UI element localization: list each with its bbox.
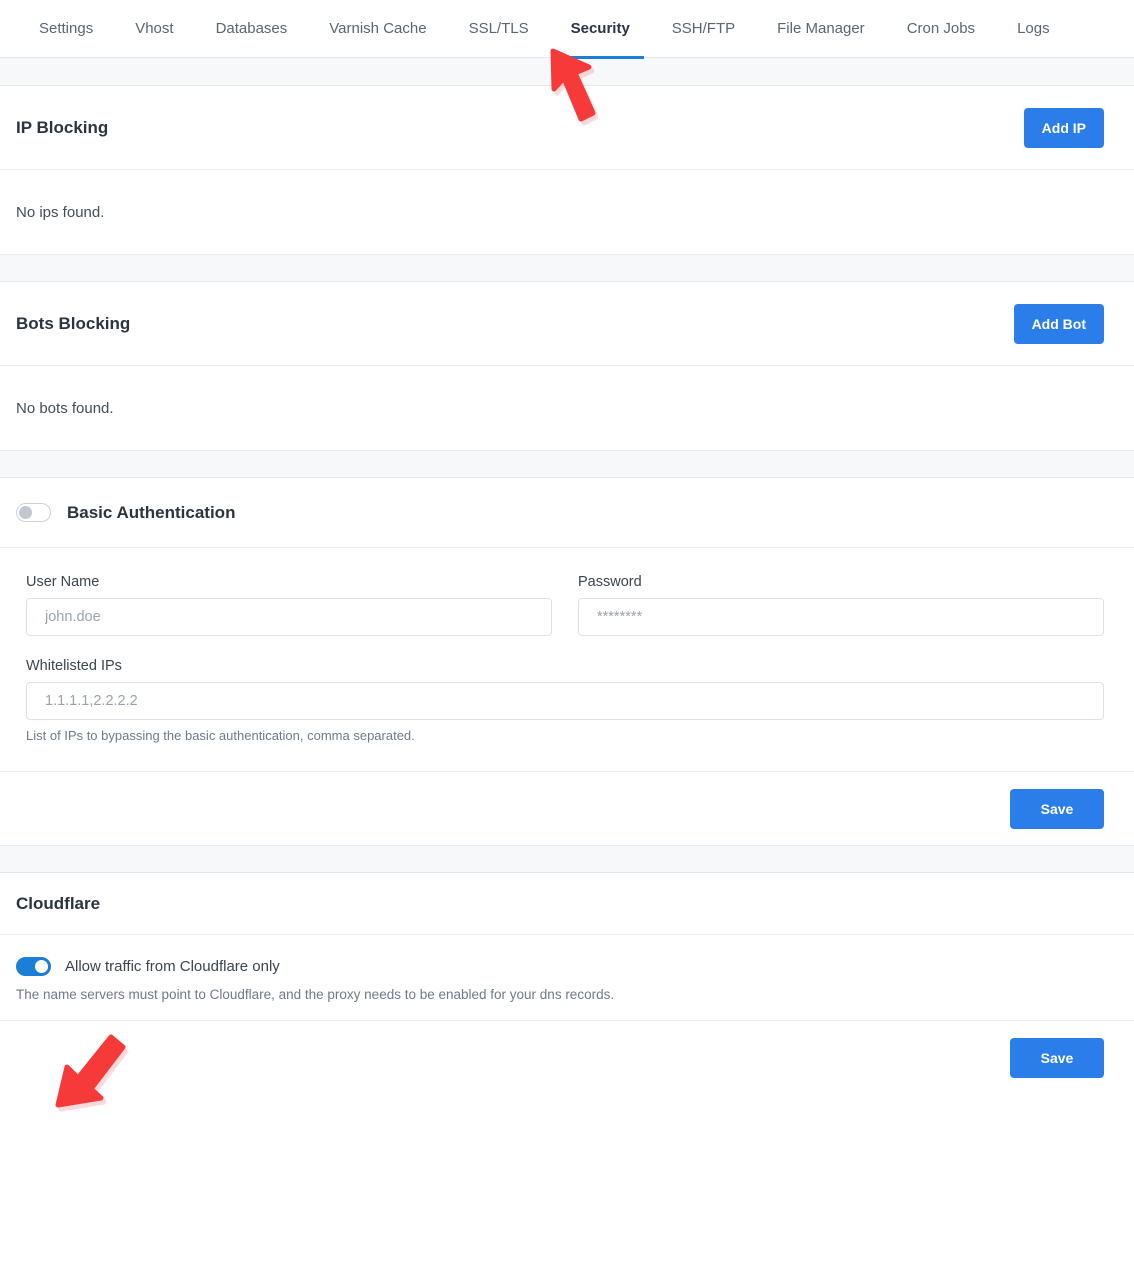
ip-blocking-empty-state: No ips found.: [0, 170, 1134, 254]
bots-blocking-title: Bots Blocking: [16, 313, 131, 333]
username-input[interactable]: [26, 598, 552, 636]
credentials-row: User Name Password: [26, 574, 1104, 658]
cloudflare-toggle-row: Allow traffic from Cloudflare only: [16, 957, 1118, 976]
cloudflare-title: Cloudflare: [16, 893, 101, 913]
password-input[interactable]: [578, 598, 1104, 636]
cloudflare-save-bar: Save: [0, 1021, 1134, 1095]
tab-security[interactable]: Security: [550, 0, 651, 59]
whitelisted-ips-help-text: List of IPs to bypassing the basic authe…: [26, 728, 415, 743]
tab-varnish-cache[interactable]: Varnish Cache: [308, 0, 447, 58]
basic-authentication-toggle[interactable]: [16, 503, 51, 522]
tab-databases[interactable]: Databases: [195, 0, 309, 58]
tab-vhost[interactable]: Vhost: [114, 0, 194, 58]
section-divider-band: [0, 254, 1134, 282]
cloudflare-body: Allow traffic from Cloudflare only The n…: [0, 935, 1134, 1021]
basic-authentication-form: User Name Password Whitelisted IPs List …: [0, 548, 1134, 771]
cloudflare-help-text: The name servers must point to Cloudflar…: [16, 987, 615, 1002]
whitelisted-ips-input[interactable]: [26, 682, 1104, 720]
save-cloudflare-button[interactable]: Save: [1010, 1038, 1104, 1078]
tab-cron-jobs[interactable]: Cron Jobs: [886, 0, 996, 58]
username-label: User Name: [26, 574, 100, 590]
section-divider-band: [0, 845, 1134, 873]
tab-bar: Settings Vhost Databases Varnish Cache S…: [0, 0, 1134, 59]
password-field-group: Password: [578, 574, 1104, 636]
bots-blocking-empty-state: No bots found.: [0, 366, 1134, 450]
password-label: Password: [578, 574, 642, 590]
tab-ssh-ftp[interactable]: SSH/FTP: [651, 0, 756, 58]
tab-settings[interactable]: Settings: [18, 0, 114, 58]
tab-logs[interactable]: Logs: [996, 0, 1071, 58]
ip-blocking-title: IP Blocking: [16, 117, 109, 137]
basic-authentication-save-bar: Save: [0, 771, 1134, 845]
cloudflare-only-toggle[interactable]: [16, 957, 51, 976]
add-bot-button[interactable]: Add Bot: [1013, 303, 1104, 344]
basic-authentication-header: Basic Authentication: [0, 478, 1134, 548]
cloudflare-toggle-label: Allow traffic from Cloudflare only: [65, 958, 280, 975]
section-divider-band: [0, 58, 1134, 86]
add-ip-button[interactable]: Add IP: [1023, 107, 1104, 148]
basic-authentication-title: Basic Authentication: [67, 502, 236, 522]
tab-ssl-tls[interactable]: SSL/TLS: [448, 0, 550, 58]
section-divider-band: [0, 450, 1134, 478]
ip-blocking-header: IP Blocking Add IP: [0, 86, 1134, 170]
bots-blocking-header: Bots Blocking Add Bot: [0, 282, 1134, 366]
tab-file-manager[interactable]: File Manager: [756, 0, 886, 58]
whitelisted-ips-label: Whitelisted IPs: [26, 658, 122, 674]
toggle-knob-icon: [35, 960, 48, 973]
save-basic-authentication-button[interactable]: Save: [1010, 788, 1104, 829]
username-field-group: User Name: [26, 574, 552, 636]
whitelisted-ips-field-group: Whitelisted IPs List of IPs to bypassing…: [26, 658, 1104, 743]
toggle-knob-icon: [19, 506, 32, 519]
cloudflare-header: Cloudflare: [0, 873, 1134, 935]
